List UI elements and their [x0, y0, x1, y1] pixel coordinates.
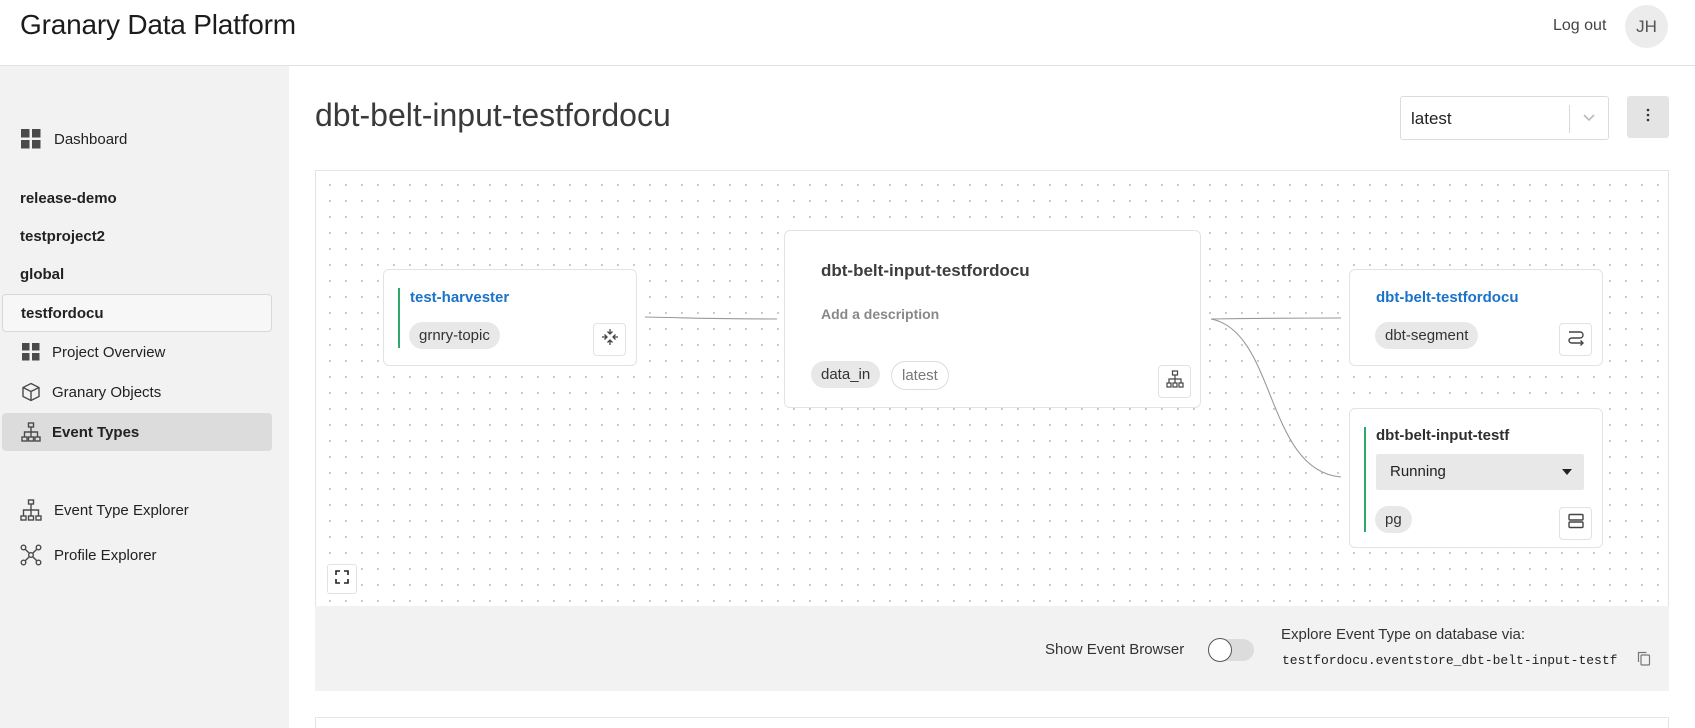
top-bar: Granary Data Platform Log out JH	[0, 0, 1695, 66]
sidebar-item-granary-objects[interactable]: Granary Objects	[2, 373, 272, 411]
sidebar-item-label: Project Overview	[52, 343, 166, 361]
sidebar-project-release-demo[interactable]: release-demo	[2, 179, 272, 217]
node-action-button[interactable]	[1559, 507, 1592, 540]
sidebar-item-dashboard[interactable]: Dashboard	[2, 120, 272, 158]
graph-canvas[interactable]: test-harvester grnry-topic dbt-belt-inpu…	[315, 170, 1669, 606]
status-select-value: Running	[1390, 463, 1446, 480]
merge-arrows-icon	[601, 328, 619, 351]
cube-icon	[18, 379, 44, 405]
version-chip: latest	[891, 361, 949, 390]
sidebar-item-label: Granary Objects	[52, 383, 162, 401]
content-card	[315, 717, 1669, 728]
show-event-browser-toggle[interactable]	[1208, 638, 1254, 662]
grid-icon	[18, 126, 44, 152]
status-select[interactable]: Running	[1376, 454, 1584, 490]
sidebar-item-profile-explorer[interactable]: Profile Explorer	[2, 536, 272, 574]
version-select[interactable]: latest	[1400, 96, 1609, 140]
node-name-link[interactable]: test-harvester	[410, 289, 509, 306]
version-select-value: latest	[1411, 109, 1452, 128]
sidebar-project-testproject2[interactable]: testproject2	[2, 217, 272, 255]
add-description-link[interactable]: Add a description	[821, 306, 939, 322]
sidebar-item-label: Event Type Explorer	[54, 501, 189, 519]
connector-chip: pg	[1375, 506, 1412, 533]
database-path: testfordocu.eventstore_dbt-belt-input-te…	[1282, 653, 1618, 668]
show-event-browser-label: Show Event Browser	[1045, 641, 1185, 658]
vertical-dots-icon	[1646, 108, 1650, 127]
hierarchy-icon	[18, 419, 44, 445]
center-node[interactable]: dbt-belt-input-testfordocu Add a descrip…	[784, 230, 1201, 408]
more-options-button[interactable]	[1627, 96, 1669, 138]
sidebar-project-global[interactable]: global	[2, 255, 272, 293]
select-divider	[1569, 105, 1570, 133]
project-label: release-demo	[20, 189, 117, 207]
data-in-chip: data_in	[811, 361, 881, 388]
center-node-title: dbt-belt-input-testfordocu	[821, 261, 1030, 280]
target-node[interactable]: dbt-belt-input-testf Running pg	[1349, 408, 1603, 548]
source-node[interactable]: test-harvester grnry-topic	[383, 269, 637, 366]
target-node[interactable]: dbt-belt-testfordocu dbt-segment	[1349, 269, 1603, 366]
sidebar-item-label: Profile Explorer	[54, 546, 157, 564]
caret-down-icon	[1562, 469, 1572, 475]
node-action-button[interactable]	[1158, 365, 1191, 398]
node-accent-bar	[398, 288, 400, 348]
node-action-button[interactable]	[1559, 323, 1592, 356]
logout-link[interactable]: Log out	[1553, 17, 1606, 35]
sidebar-item-project-overview[interactable]: Project Overview	[2, 333, 272, 371]
fullscreen-icon	[335, 569, 349, 589]
toggle-knob	[1208, 638, 1232, 662]
hierarchy-icon	[18, 497, 44, 523]
topic-chip: grnry-topic	[409, 322, 500, 349]
sidebar-project-testfordocu[interactable]: testfordocu	[2, 294, 272, 332]
edge-center-target-2	[1210, 318, 1342, 478]
network-icon	[18, 542, 44, 568]
explore-label: Explore Event Type on database via:	[1281, 626, 1526, 643]
node-name-link[interactable]: dbt-belt-testfordocu	[1376, 289, 1518, 306]
copy-button[interactable]	[1635, 651, 1653, 671]
app-title: Granary Data Platform	[20, 9, 296, 40]
sidebar-item-label: Event Types	[52, 423, 140, 441]
sidebar-item-label: Dashboard	[54, 130, 128, 148]
edge-center-target-1	[1210, 317, 1342, 320]
database-icon	[1567, 512, 1585, 535]
sidebar-item-event-type-explorer[interactable]: Event Type Explorer	[2, 491, 272, 529]
copy-icon	[1637, 651, 1651, 671]
node-accent-bar	[1364, 427, 1366, 532]
project-label: testproject2	[20, 227, 106, 245]
sidebar: Dashboard release-demo testproject2 glob…	[0, 66, 289, 728]
grid-icon	[18, 339, 44, 365]
segment-chip: dbt-segment	[1375, 322, 1479, 349]
edge-source-center	[644, 316, 778, 320]
node-action-button[interactable]	[593, 323, 626, 356]
avatar[interactable]: JH	[1625, 5, 1668, 48]
fullscreen-button[interactable]	[327, 564, 357, 594]
hierarchy-icon	[1165, 370, 1184, 393]
node-name: dbt-belt-input-testf	[1376, 427, 1510, 444]
page-title: dbt-belt-input-testfordocu	[315, 97, 671, 133]
chevron-down-icon	[1579, 107, 1599, 132]
event-browser-panel: Show Event Browser Explore Event Type on…	[315, 606, 1669, 691]
route-icon	[1567, 328, 1585, 351]
project-label: global	[20, 265, 65, 283]
project-label: testfordocu	[21, 304, 104, 322]
sidebar-item-event-types[interactable]: Event Types	[2, 413, 272, 451]
